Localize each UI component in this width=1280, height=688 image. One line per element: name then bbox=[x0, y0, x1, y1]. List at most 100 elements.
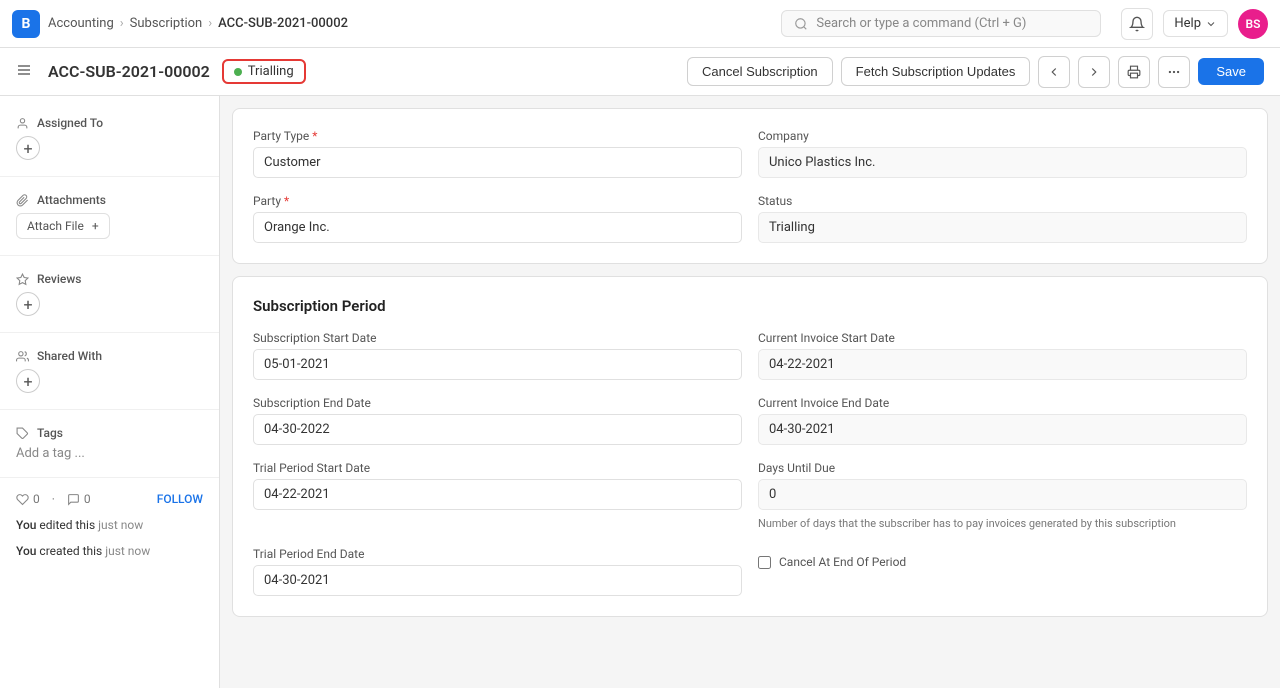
app-icon[interactable]: B bbox=[12, 10, 40, 38]
menu-icon[interactable] bbox=[16, 62, 32, 82]
inv-end-field: Current Invoice End Date 04-30-2021 bbox=[758, 396, 1247, 445]
days-due-help: Number of days that the subscriber has t… bbox=[758, 516, 1247, 531]
add-assignee-button[interactable]: + bbox=[16, 136, 40, 160]
search-icon bbox=[794, 17, 808, 31]
top-navigation: B Accounting › Subscription › ACC-SUB-20… bbox=[0, 0, 1280, 48]
sub-end-label: Subscription End Date bbox=[253, 396, 742, 410]
avatar[interactable]: BS bbox=[1238, 9, 1268, 39]
users-icon bbox=[16, 350, 29, 363]
sub-end-field: Subscription End Date 04-30-2022 bbox=[253, 396, 742, 445]
trial-start-input[interactable]: 04-22-2021 bbox=[253, 479, 742, 510]
activity-you-2: You bbox=[16, 544, 36, 558]
cancel-end-checkbox[interactable] bbox=[758, 556, 771, 569]
trial-end-label: Trial Period End Date bbox=[253, 547, 742, 561]
attachments-section: Attachments Attach File + bbox=[0, 185, 219, 247]
save-button[interactable]: Save bbox=[1198, 58, 1264, 85]
add-tag-placeholder[interactable]: Add a tag ... bbox=[16, 446, 85, 461]
status-field-label: Status bbox=[758, 194, 1247, 208]
divider-3 bbox=[0, 332, 219, 333]
main-layout: Assigned To + Attachments Attach File + … bbox=[0, 96, 1280, 688]
add-review-button[interactable]: + bbox=[16, 292, 40, 316]
tags-title: Tags bbox=[16, 426, 203, 440]
party-type-input[interactable]: Customer bbox=[253, 147, 742, 178]
company-label: Company bbox=[758, 129, 1247, 143]
activity-you-1: You bbox=[16, 518, 36, 532]
company-field: Company Unico Plastics Inc. bbox=[758, 129, 1247, 178]
add-share-button[interactable]: + bbox=[16, 369, 40, 393]
likes-count: 0 bbox=[33, 492, 40, 506]
social-row: 0 · 0 FOLLOW bbox=[0, 486, 219, 512]
shared-with-label: Shared With bbox=[37, 349, 102, 363]
help-button[interactable]: Help bbox=[1163, 10, 1228, 37]
sub-end-input[interactable]: 04-30-2022 bbox=[253, 414, 742, 445]
trial-end-field: Trial Period End Date 04-30-2021 bbox=[253, 547, 742, 596]
tags-section: Tags Add a tag ... bbox=[0, 418, 219, 469]
prev-button[interactable] bbox=[1038, 56, 1070, 88]
inv-start-field: Current Invoice Start Date 04-22-2021 bbox=[758, 331, 1247, 380]
topnav-actions: Help BS bbox=[1121, 8, 1268, 40]
party-type-label: Party Type * bbox=[253, 129, 742, 143]
shared-with-section: Shared With + bbox=[0, 341, 219, 401]
party-field: Party * Orange Inc. bbox=[253, 194, 742, 243]
comments-count: 0 bbox=[84, 492, 91, 506]
activity-created: You created this just now bbox=[0, 538, 219, 564]
activity-time-2: just now bbox=[105, 544, 150, 558]
tags-label: Tags bbox=[37, 426, 63, 440]
breadcrumb-subscription[interactable]: Subscription bbox=[130, 16, 203, 31]
comment-icon bbox=[67, 493, 80, 506]
activity-edited-text: edited this bbox=[39, 518, 98, 532]
divider-1 bbox=[0, 176, 219, 177]
days-due-field: Days Until Due 0 Number of days that the… bbox=[758, 461, 1247, 531]
fetch-subscription-button[interactable]: Fetch Subscription Updates bbox=[841, 57, 1031, 86]
sub-start-input[interactable]: 05-01-2021 bbox=[253, 349, 742, 380]
party-input[interactable]: Orange Inc. bbox=[253, 212, 742, 243]
party-label: Party * bbox=[253, 194, 742, 208]
print-button[interactable] bbox=[1118, 56, 1150, 88]
paperclip-icon bbox=[16, 194, 29, 207]
party-card: Party Type * Customer Company Unico Plas… bbox=[232, 108, 1268, 264]
follow-button[interactable]: FOLLOW bbox=[157, 492, 203, 506]
company-input: Unico Plastics Inc. bbox=[758, 147, 1247, 178]
more-options-button[interactable] bbox=[1158, 56, 1190, 88]
attach-plus-icon: + bbox=[92, 219, 99, 233]
help-label: Help bbox=[1174, 16, 1201, 31]
trial-start-label: Trial Period Start Date bbox=[253, 461, 742, 475]
print-icon bbox=[1127, 65, 1141, 79]
subscription-period-title: Subscription Period bbox=[253, 297, 1247, 315]
activity-edited: You edited this just now bbox=[0, 512, 219, 538]
comments[interactable]: 0 bbox=[67, 492, 91, 506]
likes[interactable]: 0 bbox=[16, 492, 40, 506]
chevron-down-icon bbox=[1205, 18, 1217, 30]
status-dot bbox=[234, 68, 242, 76]
reviews-label: Reviews bbox=[37, 272, 81, 286]
breadcrumb-accounting[interactable]: Accounting bbox=[48, 16, 114, 31]
notifications-button[interactable] bbox=[1121, 8, 1153, 40]
status-field-input: Trialling bbox=[758, 212, 1247, 243]
breadcrumb-sep-2: › bbox=[208, 16, 212, 31]
dot-sep: · bbox=[52, 492, 55, 506]
trial-end-input[interactable]: 04-30-2021 bbox=[253, 565, 742, 596]
subscription-period-card: Subscription Period Subscription Start D… bbox=[232, 276, 1268, 617]
assigned-to-label: Assigned To bbox=[37, 116, 103, 130]
tag-icon bbox=[16, 427, 29, 440]
activity-time-1: just now bbox=[98, 518, 143, 532]
attach-file-button[interactable]: Attach File + bbox=[16, 213, 110, 239]
main-content: Party Type * Customer Company Unico Plas… bbox=[220, 96, 1280, 688]
star-icon bbox=[16, 273, 29, 286]
status-field: Status Trialling bbox=[758, 194, 1247, 243]
days-due-label: Days Until Due bbox=[758, 461, 1247, 475]
sidebar: Assigned To + Attachments Attach File + … bbox=[0, 96, 220, 688]
search-bar[interactable]: Search or type a command (Ctrl + G) bbox=[781, 10, 1101, 37]
trial-start-field: Trial Period Start Date 04-22-2021 bbox=[253, 461, 742, 531]
next-button[interactable] bbox=[1078, 56, 1110, 88]
breadcrumb-current[interactable]: ACC-SUB-2021-00002 bbox=[218, 16, 348, 31]
assigned-to-section: Assigned To + bbox=[0, 108, 219, 168]
header-actions: Cancel Subscription Fetch Subscription U… bbox=[687, 56, 1264, 88]
page-header: ACC-SUB-2021-00002 Trialling Cancel Subs… bbox=[0, 48, 1280, 96]
shared-with-title: Shared With bbox=[16, 349, 203, 363]
doc-title: ACC-SUB-2021-00002 bbox=[48, 62, 210, 81]
assigned-to-title: Assigned To bbox=[16, 116, 203, 130]
sub-start-label: Subscription Start Date bbox=[253, 331, 742, 345]
status-badge[interactable]: Trialling bbox=[222, 59, 306, 84]
cancel-subscription-button[interactable]: Cancel Subscription bbox=[687, 57, 833, 86]
